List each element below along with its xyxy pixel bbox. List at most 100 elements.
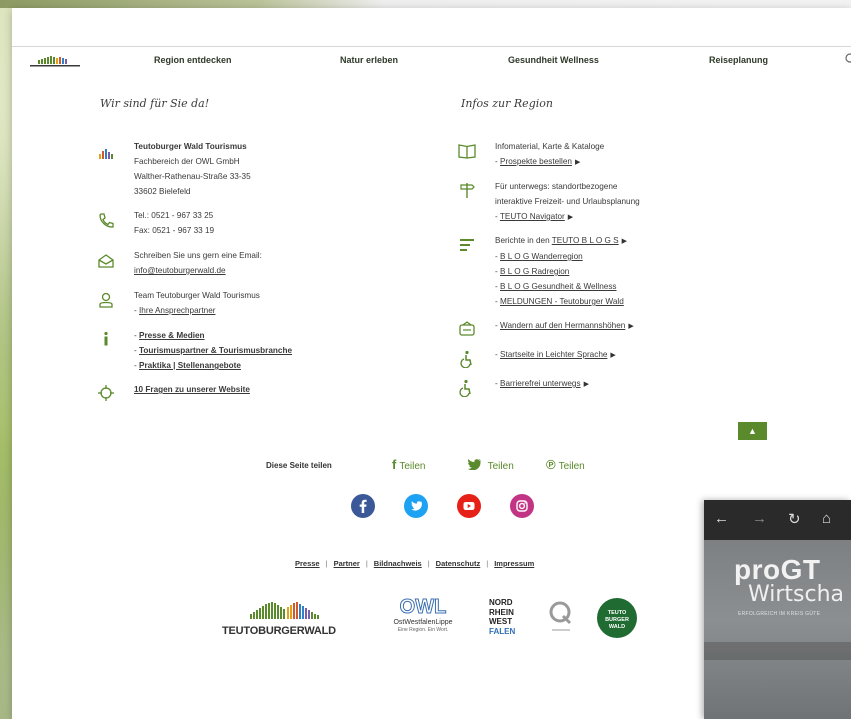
org-city: 33602 Bielefeld [134,187,191,196]
blog-gesundheit-link[interactable]: B L O G Gesundheit & Wellness [500,282,617,291]
blog-radregion-link[interactable]: B L O G Radregion [500,267,569,276]
email-intro: Schreiben Sie uns gern eine Email: [134,251,262,260]
hiking-badge-icon [458,320,476,338]
blog-wanderregion-link[interactable]: B L O G Wanderregion [500,252,583,261]
forward-arrow-icon[interactable]: → [752,510,767,527]
footer-link-bildnachweis[interactable]: Bildnachweis [374,559,422,568]
owl-logo-title: OWL [399,596,447,619]
signpost-icon [458,181,476,199]
triangle-right-icon: ▶ [567,214,574,221]
footer-links: Presse | Partner | Bildnachweis | Datenschutz |… [295,559,534,568]
nrw-logo[interactable]: NORD RHEIN WEST FALEN [489,598,525,642]
org-street: Walther-Rathenau-Straße 33-35 [134,172,251,181]
back-to-top-button[interactable]: ▲ [738,422,767,440]
wheelchair-icon [458,379,476,397]
twitter-icon[interactable] [404,494,428,518]
blogs-item: Berichte in den TEUTO B L O G S ▶ - B L O… [495,236,628,306]
nav-region-entdecken[interactable]: Region entdecken [154,55,232,65]
footer-link-presse[interactable]: Presse [295,559,320,568]
jobs-link[interactable]: Praktika | Stellenangebote [139,361,241,370]
person-icon [97,291,115,309]
footer-link-datenschutz[interactable]: Datenschutz [436,559,481,568]
info-icon [97,330,115,348]
faq-link[interactable]: 10 Fragen zu unserer Website [134,382,250,397]
mail-icon [97,252,115,270]
banner-tagline: ERFOLGREICH IM KREIS GÜTE [738,611,821,617]
separator: | [486,559,489,568]
order-brochures-link[interactable]: Prospekte bestellen [500,157,572,166]
facebook-icon[interactable] [351,494,375,518]
navigator-text-1: Für unterwegs: standortbezogene [495,182,618,191]
banner-strip [704,642,851,660]
search-icon[interactable] [845,52,851,64]
leichte-sprache-link[interactable]: Startseite in Leichter Sprache [500,350,607,359]
footer-link-impressum[interactable]: Impressum [494,559,534,568]
pinterest-p-icon: ℗ [546,457,556,472]
teutoburgerwald-logo[interactable]: TEUTOBURGERWALD [222,600,362,637]
contact-phone: Tel.: 0521 - 967 33 25 Fax: 0521 - 967 3… [134,208,214,238]
navigator-item: Für unterwegs: standortbezogene interakt… [495,179,640,225]
youtube-icon[interactable] [457,494,481,518]
share-facebook-button[interactable]: f Teilen [392,457,425,472]
nav-reiseplanung[interactable]: Reiseplanung [709,55,768,65]
meldungen-link[interactable]: MELDUNGEN - Teutoburger Wald [500,297,624,306]
quality-q-logo[interactable] [548,599,574,635]
share-label: Diese Seite teilen [266,461,332,470]
triangle-right-icon: ▶ [610,352,616,359]
home-icon[interactable]: ⌂ [822,510,831,527]
crosshair-icon [97,384,115,402]
nav-natur-erleben[interactable]: Natur erleben [340,55,398,65]
press-links: - Presse & Medien - Tourismuspartner & T… [134,331,293,370]
hermannshoehen-link[interactable]: Wandern auf den Hermannshöhen [500,321,625,330]
info-material: Infomaterial, Karte & Kataloge - Prospek… [495,139,604,170]
faq-item: 10 Fragen zu unserer Website [134,382,250,397]
window-top-strip [0,0,851,8]
nrw-logo-line: FALEN [489,626,516,636]
second-browser-window: ← → ↻ ⌂ proGT Wirtscha ERFOLGREICH IM KR… [704,500,851,719]
reload-icon[interactable]: ↻ [788,510,801,528]
share-twitter-button[interactable]: Teilen [467,457,514,472]
org-line: Fachbereich der OWL GmbH [134,157,240,166]
badge-line: BURGER [605,617,629,623]
leichte-sprache-item: - Startseite in Leichter Sprache ▶ [495,350,616,359]
nav-gesundheit-wellness[interactable]: Gesundheit Wellness [508,55,599,65]
share-pinterest-button[interactable]: ℗ Teilen [546,457,585,472]
owl-logo-claim: Eine Region. Ein Wort. [397,627,449,633]
twitter-bird-icon [467,457,485,472]
teutoburger-wald-badge[interactable]: TEUTO BURGER WALD [597,598,637,638]
arrow-up-icon: ▲ [748,426,757,436]
instagram-icon[interactable] [510,494,534,518]
org-name: Teutoburger Wald Tourismus [134,142,247,151]
teuto-logo-icon [97,145,115,163]
badge-line: WALD [608,624,626,630]
fax-number: Fax: 0521 - 967 33 19 [134,226,215,235]
teuto-blogs-link[interactable]: TEUTO B L O G S [552,236,619,245]
site-logo[interactable] [22,54,94,68]
owl-logo[interactable]: OWL OstWestfalenLippe Eine Region. Ein W… [378,596,468,642]
phone-number[interactable]: Tel.: 0521 - 967 33 25 [134,208,214,223]
partner-link[interactable]: Tourismuspartner & Tourismusbranche [139,346,292,355]
barrierefrei-item: - Barrierefrei unterwegs ▶ [495,379,589,388]
contact-email: Schreiben Sie uns gern eine Email: info@… [134,248,262,278]
teuto-navigator-link[interactable]: TEUTO Navigator [500,212,565,221]
email-link[interactable]: info@teutoburgerwald.de [134,263,262,278]
infos-heading: Infos zur Region [461,97,553,110]
triangle-right-icon: ▶ [628,323,634,330]
press-link[interactable]: Presse & Medien [139,331,205,340]
site-navigation: Region entdecken Natur erleben Gesundhei… [12,48,851,74]
barrierefrei-link[interactable]: Barrierefrei unterwegs [500,379,581,388]
share-pinterest-label: Teilen [558,461,585,472]
triangle-right-icon: ▶ [621,238,628,245]
book-icon [458,142,476,160]
banner-subtitle: Wirtscha [748,582,845,607]
accessibility-icon [458,350,476,368]
nrw-logo-line: NORD [489,598,513,607]
separator: | [365,559,368,568]
back-arrow-icon[interactable]: ← [714,510,729,527]
contact-address: Teutoburger Wald Tourismus Fachbereich d… [134,139,251,199]
footer-link-partner[interactable]: Partner [334,559,360,568]
owl-logo-subtitle: OstWestfalenLippe [393,619,453,626]
contact-persons-link[interactable]: Ihre Ansprechpartner [139,306,215,315]
badge-line: TEUTO [607,610,627,616]
contact-team: Team Teutoburger Wald Tourismus - Ihre A… [134,288,260,318]
